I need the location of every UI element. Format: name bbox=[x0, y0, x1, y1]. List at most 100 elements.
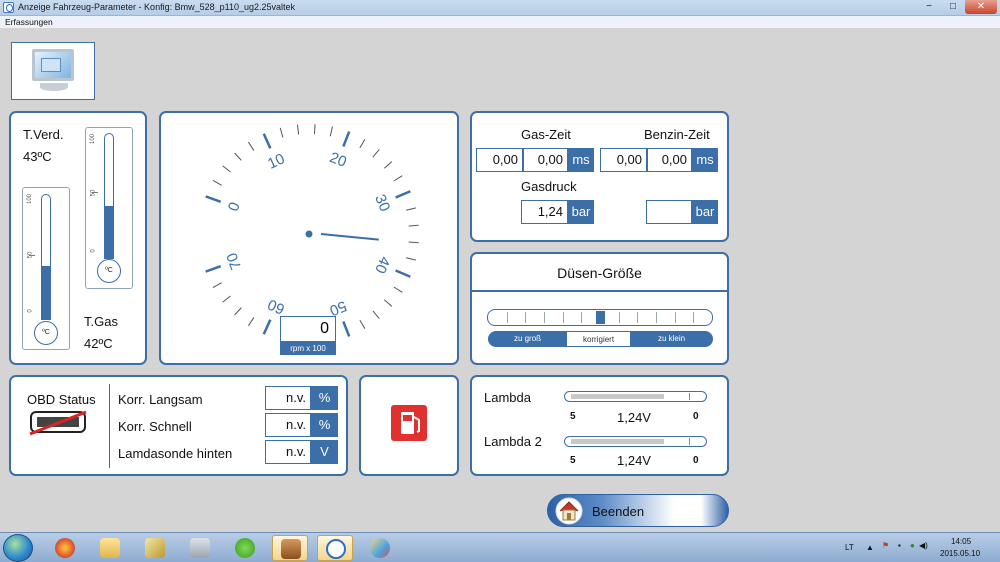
fuel-pump-icon[interactable] bbox=[391, 405, 427, 441]
nozzle-size-marker bbox=[596, 311, 605, 324]
obd-connector-icon bbox=[29, 410, 87, 436]
calculator-icon[interactable] bbox=[182, 535, 218, 561]
gauge-tick bbox=[234, 152, 242, 161]
evaporator-thermometer: 100 50 0 ºC bbox=[22, 187, 70, 350]
app-horse-icon[interactable] bbox=[272, 535, 308, 561]
gauge-scale-label: 30 bbox=[371, 192, 393, 214]
firefox-icon[interactable] bbox=[47, 535, 83, 561]
gauge-tick bbox=[393, 286, 403, 293]
nozzle-tick bbox=[618, 312, 620, 323]
gauge-tick bbox=[406, 207, 416, 211]
language-indicator[interactable]: LT bbox=[845, 543, 854, 552]
gauge-tick bbox=[406, 257, 416, 261]
tool-icon[interactable] bbox=[137, 535, 173, 561]
nozzle-tick bbox=[656, 312, 657, 323]
tachometer-panel: 0 10 20 30 40 50 60 70 0 rpm x 100 bbox=[159, 111, 459, 365]
gas-temp-value: 42ºC bbox=[84, 336, 113, 351]
gauge-tick bbox=[212, 179, 222, 186]
gauge-tick bbox=[212, 282, 222, 289]
nozzle-tick bbox=[693, 312, 695, 323]
petrol-time-unit: ms bbox=[692, 148, 718, 172]
nozzle-tick bbox=[581, 312, 583, 323]
segment-too-small: zu klein bbox=[630, 331, 713, 347]
gauge-tick bbox=[408, 241, 419, 244]
app-b-icon[interactable] bbox=[317, 535, 353, 561]
obd-status-label: OBD Status bbox=[27, 392, 96, 407]
gauge-scale-label: 60 bbox=[265, 295, 287, 317]
obd-row-label: Korr. Schnell bbox=[118, 419, 192, 434]
segment-corrected: korrigiert bbox=[567, 331, 630, 347]
gauge-tick bbox=[247, 141, 255, 151]
lambda-2-min: 5 bbox=[570, 455, 576, 466]
obd-row-unit: % bbox=[311, 413, 338, 437]
gauge-scale-label: 40 bbox=[371, 254, 393, 276]
nozzle-tick bbox=[544, 312, 545, 323]
lambda-bar bbox=[564, 391, 707, 402]
gauge-tick bbox=[342, 321, 351, 337]
gauge-tick bbox=[222, 165, 231, 173]
exit-label: Beenden bbox=[592, 504, 645, 519]
obd-row-label: Korr. Langsam bbox=[118, 392, 203, 407]
folder-icon[interactable] bbox=[92, 535, 128, 561]
gauge-tick bbox=[359, 139, 366, 149]
gauge-tick bbox=[205, 195, 222, 204]
gauge-tick bbox=[408, 224, 419, 227]
clock-time[interactable]: 14:05 bbox=[951, 537, 971, 546]
thermometer-bulb: ºC bbox=[34, 321, 58, 345]
evaporator-temp-label: T.Verd. bbox=[23, 127, 64, 142]
gas-thermometer: 100 50 0 ºC bbox=[85, 127, 133, 289]
gauge-hub bbox=[305, 230, 313, 238]
gauge-tick bbox=[329, 126, 333, 137]
volume-icon[interactable]: ◀) bbox=[919, 541, 928, 550]
lambda-value: 1,24V bbox=[617, 410, 651, 425]
gauge-tick bbox=[313, 124, 316, 135]
tray-network-icon[interactable]: ▪ bbox=[898, 541, 901, 550]
nozzle-size-panel: Düsen-Größe bbox=[470, 252, 729, 365]
gas-time-label: Gas-Zeit bbox=[521, 127, 571, 142]
taskbar: LT ▲ ⚑ ▪ ● ◀) 14:05 2015.05.10 bbox=[0, 532, 1000, 562]
close-button[interactable]: ✕ bbox=[965, 0, 997, 14]
rpm-unit: rpm x 100 bbox=[280, 342, 336, 355]
lambda-2-bar bbox=[564, 436, 707, 447]
tray-flag-icon[interactable]: ⚑ bbox=[882, 541, 889, 550]
app-icon bbox=[3, 2, 14, 13]
maximize-button[interactable]: □ bbox=[941, 0, 965, 14]
gauge-tick bbox=[205, 264, 222, 273]
gauge-tick bbox=[234, 307, 242, 316]
thermometer-bulb: ºC bbox=[97, 259, 121, 283]
gauge-scale-label: 70 bbox=[223, 250, 245, 271]
menu-item-erfassungen[interactable]: Erfassungen bbox=[5, 17, 53, 27]
nozzle-tick bbox=[525, 312, 527, 323]
gauge-tick bbox=[372, 310, 380, 319]
nozzle-size-title: Düsen-Größe bbox=[557, 265, 642, 281]
gauge-tick bbox=[383, 161, 393, 169]
gauge-tick bbox=[395, 269, 411, 278]
lambda-2-label: Lambda 2 bbox=[484, 434, 542, 449]
utorrent-icon[interactable] bbox=[227, 535, 263, 561]
pressure-2-value bbox=[646, 200, 692, 224]
gas-pressure-label: Gasdruck bbox=[521, 179, 577, 194]
pressure-2-unit: bar bbox=[692, 200, 718, 224]
lambda-min: 5 bbox=[570, 411, 576, 422]
title-bar: Anzeige Fahrzeug-Parameter - Konfig: Bmw… bbox=[0, 0, 1000, 16]
gas-time-value-1: 0,00 bbox=[476, 148, 523, 172]
gauge-tick bbox=[279, 127, 284, 138]
obd-row-label: Lamdasonde hinten bbox=[118, 446, 233, 461]
minimize-button[interactable]: − bbox=[917, 0, 941, 14]
tray-expand-icon[interactable]: ▲ bbox=[866, 543, 874, 552]
obd-row-value: n.v. bbox=[265, 413, 311, 437]
menu-bar: Erfassungen bbox=[0, 16, 1000, 28]
paint-icon[interactable] bbox=[362, 535, 398, 561]
gauge-tick bbox=[342, 131, 351, 147]
gas-pressure-value: 1,24 bbox=[521, 200, 568, 224]
tray-app-icon[interactable]: ● bbox=[910, 541, 915, 550]
start-button[interactable] bbox=[3, 534, 33, 562]
lambda-label: Lambda bbox=[484, 390, 531, 405]
nozzle-tick bbox=[637, 312, 639, 323]
monitor-button[interactable] bbox=[11, 42, 95, 100]
gas-time-unit: ms bbox=[568, 148, 594, 172]
exit-button[interactable]: Beenden bbox=[547, 494, 729, 527]
home-icon bbox=[555, 497, 583, 525]
clock-date[interactable]: 2015.05.10 bbox=[940, 549, 980, 558]
gauge-tick bbox=[359, 319, 366, 329]
